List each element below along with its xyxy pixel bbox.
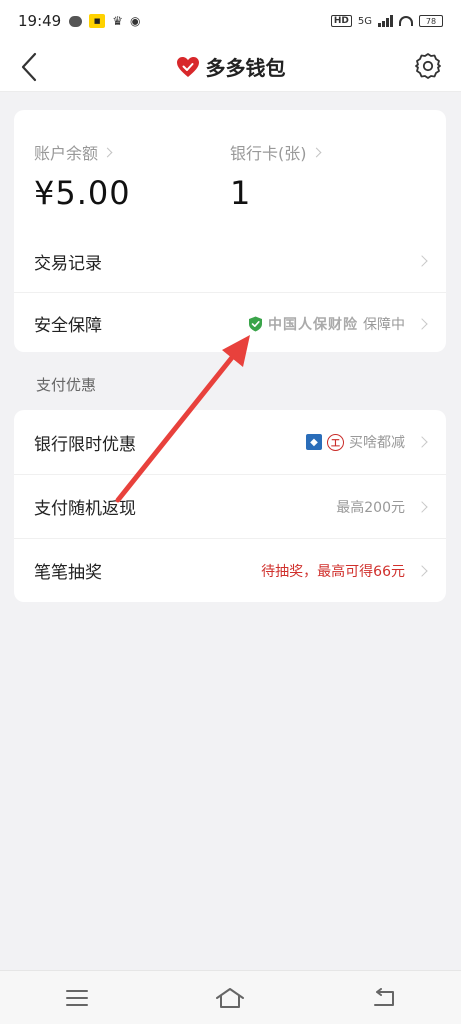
row-hint: 买啥都减: [349, 435, 405, 451]
security-guarantee-row[interactable]: 安全保障 中国人保财险 保障中: [14, 292, 446, 354]
row-label: 安全保障: [34, 316, 102, 336]
bank-card-block[interactable]: 银行卡(张) 1: [230, 140, 426, 230]
chevron-right-icon: [416, 564, 428, 577]
back-button[interactable]: [14, 50, 44, 84]
row-right: ◆ 工 买啥都减: [306, 432, 428, 452]
status-system-icons: HD 5G 78: [330, 15, 443, 27]
row-hint: 最高200元: [336, 499, 405, 516]
nav-bar: 多多钱包: [0, 42, 461, 92]
bank-logo-icon: ◆: [306, 434, 322, 450]
row-hint: 待抽奖，最高可得66元: [261, 563, 405, 580]
account-balance-value: ¥5.00: [34, 174, 131, 212]
transaction-records-row[interactable]: 交易记录: [14, 230, 446, 292]
status-time: 19:49: [18, 12, 62, 30]
row-right: 中国人保财险 保障中: [248, 314, 428, 334]
home-nav-button[interactable]: [200, 978, 260, 1018]
menu-icon: [65, 989, 88, 1006]
row-label: 银行限时优惠: [34, 434, 136, 455]
row-right: [410, 255, 428, 267]
system-nav-bar: [0, 970, 461, 1024]
crown-icon: ♛: [112, 14, 123, 28]
page-title-group: 多多钱包: [176, 52, 286, 81]
page-title: 多多钱包: [205, 56, 286, 80]
chevron-right-icon: [102, 147, 113, 157]
random-cashback-row[interactable]: 支付随机返现 最高200元: [14, 474, 446, 538]
weibo-icon: ◉: [130, 14, 141, 28]
insurer-brand: 中国人保财险: [268, 316, 358, 333]
account-balance-label: 账户余额: [34, 144, 99, 163]
chevron-right-icon: [416, 436, 428, 448]
settings-button[interactable]: [413, 51, 443, 81]
chevron-right-icon: [416, 255, 428, 267]
back-arrow-icon: [21, 52, 37, 82]
chevron-right-icon: [311, 147, 321, 157]
section-title: 支付优惠: [36, 376, 97, 394]
back-nav-button[interactable]: [354, 978, 414, 1018]
row-status: 保障中: [363, 316, 405, 333]
signal-icon: [378, 15, 393, 27]
chevron-right-icon: [416, 500, 428, 513]
home-icon: [216, 987, 245, 1008]
bank-card-count: 1: [230, 174, 252, 212]
hd-icon: HD: [330, 15, 352, 27]
status-notification-icons: ■ ♛ ◉: [69, 14, 140, 28]
shield-check-icon: [249, 316, 262, 331]
bank-card-label: 银行卡(张): [230, 144, 307, 163]
icbc-logo-icon: 工: [327, 433, 344, 451]
wifi-icon: [399, 16, 413, 26]
battery-icon: 78: [419, 15, 443, 27]
bank-card-label-row: 银行卡(张): [230, 140, 426, 164]
payment-offers-card: 银行限时优惠 ◆ 工 买啥都减 支付随机返现 最高200元 笔笔抽奖 待抽奖，最…: [14, 410, 446, 602]
menu-nav-button[interactable]: [47, 978, 107, 1018]
row-label: 笔笔抽奖: [34, 563, 102, 583]
balance-row: 账户余额 ¥5.00 银行卡(张) 1: [14, 110, 446, 230]
account-balance-label-row: 账户余额: [34, 140, 230, 164]
status-bar: 19:49 ■ ♛ ◉ HD 5G 78: [0, 0, 461, 42]
row-right: 最高200元: [336, 497, 428, 517]
wallet-summary-card: 账户余额 ¥5.00 银行卡(张) 1 交易记录 安全保障 中国人保财险 保障中: [14, 110, 446, 352]
message-bubble-icon: [69, 15, 83, 27]
network-type-label: 5G: [357, 15, 372, 27]
gear-icon: [415, 53, 441, 79]
heart-logo-icon: [176, 56, 199, 77]
lottery-row[interactable]: 笔笔抽奖 待抽奖，最高可得66元: [14, 538, 446, 602]
bank-limited-offer-row[interactable]: 银行限时优惠 ◆ 工 买啥都减: [14, 410, 446, 474]
account-balance-block[interactable]: 账户余额 ¥5.00: [34, 140, 230, 230]
return-icon: [374, 987, 395, 1006]
row-label: 交易记录: [34, 253, 102, 274]
row-label: 支付随机返现: [34, 499, 136, 519]
app-badge-icon: ■: [89, 14, 106, 28]
chevron-right-icon: [416, 317, 428, 330]
row-right: 待抽奖，最高可得66元: [261, 561, 428, 581]
